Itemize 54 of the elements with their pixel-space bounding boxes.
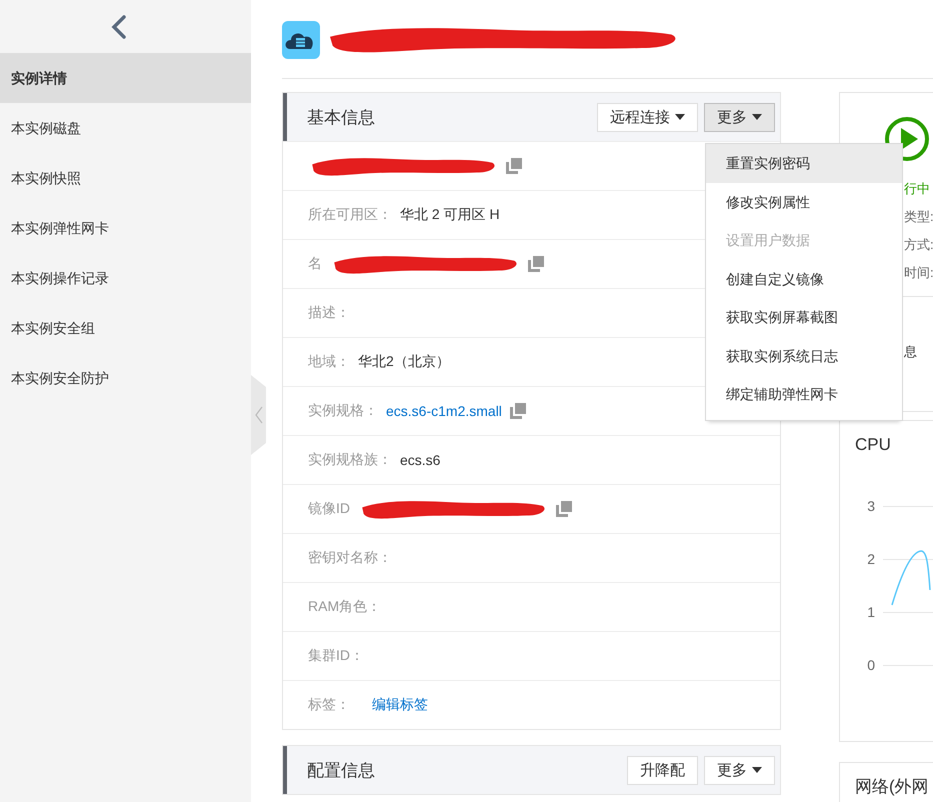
copy-icon[interactable]: [556, 501, 572, 517]
copy-icon[interactable]: [506, 158, 522, 174]
menu-item[interactable]: 重置实例密码: [706, 144, 902, 182]
field-label: 实例规格族：: [308, 451, 392, 469]
field-label: 标签：: [308, 696, 350, 714]
chart-title: 网络(外网: [855, 776, 930, 798]
dropdown-button[interactable]: 更多: [704, 756, 775, 784]
sidebar-item[interactable]: 本实例弹性网卡: [0, 203, 251, 253]
field-label: 实例规格：: [308, 402, 378, 420]
copy-icon[interactable]: [510, 403, 526, 419]
sidebar-item[interactable]: 本实例操作记录: [0, 253, 251, 303]
dropdown-button[interactable]: 远程连接: [597, 102, 698, 132]
sidebar-item[interactable]: 本实例磁盘: [0, 103, 251, 153]
field-label: 方式:: [904, 236, 933, 254]
field-label: 时间:: [904, 264, 933, 282]
field-label: RAM角色：: [308, 598, 382, 616]
play-icon: [884, 116, 930, 162]
field-label: 地域：: [308, 353, 350, 371]
field-value: 华北2（北京）: [358, 353, 450, 371]
menu-item[interactable]: 创建自定义镜像: [706, 260, 902, 298]
panel-title: 基本信息: [307, 106, 375, 128]
back-chevron-icon[interactable]: [110, 14, 126, 38]
menu-item[interactable]: 获取实例系统日志: [706, 336, 902, 375]
menu-item[interactable]: 绑定辅助弹性网卡: [706, 375, 902, 414]
dropdown-button[interactable]: 更多: [704, 102, 775, 132]
sidebar-item[interactable]: 本实例快照: [0, 153, 251, 203]
sidebar-item[interactable]: 本实例安全防护: [0, 353, 251, 403]
axis-tick-label: 1: [866, 604, 875, 620]
field-label: 名: [308, 255, 322, 273]
field-label: 镜像ID: [308, 500, 350, 518]
axis-tick-label: 3: [866, 498, 875, 514]
axis-tick-label: 0: [866, 657, 875, 673]
field-link[interactable]: 编辑标签: [372, 696, 428, 714]
field-value: ecs.s6: [400, 452, 440, 468]
axis-tick-label: 2: [866, 551, 875, 567]
panel-title: 配置信息: [307, 760, 375, 782]
cpu-line-drawing: [891, 550, 931, 606]
field-value: 华北 2 可用区 H: [400, 206, 500, 224]
field-label: 所在可用区：: [308, 206, 392, 224]
chart-title: CPU: [855, 435, 892, 455]
sidebar-item[interactable]: 本实例安全组: [0, 303, 251, 353]
field-label: 类型:: [904, 208, 933, 226]
field-label: 集群ID：: [308, 647, 364, 665]
field-link[interactable]: ecs.s6-c1m2.small: [386, 403, 502, 419]
menu-item[interactable]: 修改实例属性: [706, 182, 902, 221]
sidebar-item[interactable]: 实例详情: [0, 53, 251, 103]
section-title: 息: [904, 343, 918, 361]
menu-item[interactable]: 获取实例屏幕截图: [706, 298, 902, 336]
field-label: 密钥对名称：: [308, 549, 392, 567]
status-text: 行中: [904, 180, 931, 198]
copy-icon[interactable]: [528, 256, 544, 272]
dropdown-button[interactable]: 升降配: [627, 756, 698, 784]
cloud-server-icon: [282, 21, 320, 59]
field-label: 描述：: [308, 304, 350, 322]
